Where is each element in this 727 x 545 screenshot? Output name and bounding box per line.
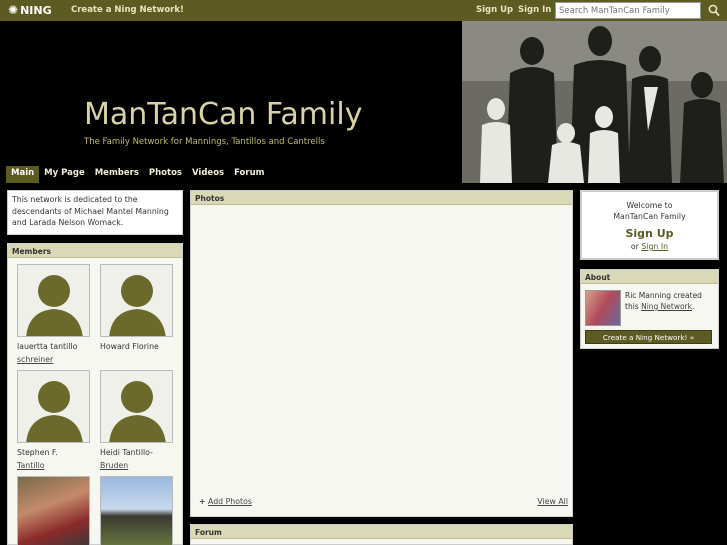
about-box: About Ric Manning created this Ning Netw… [580, 269, 719, 349]
member-name-line2[interactable]: Tantillo [17, 459, 91, 472]
nav-photos[interactable]: Photos [144, 166, 187, 183]
member-name-line2[interactable]: schreiner [17, 353, 91, 366]
nav-main[interactable]: Main [6, 166, 40, 183]
member-card[interactable] [17, 476, 91, 545]
ning-logo[interactable]: ✺ NING [8, 3, 52, 17]
members-heading[interactable]: Members [8, 244, 182, 258]
view-all-photos-link[interactable]: View All [537, 497, 568, 506]
member-photo[interactable] [100, 476, 173, 545]
site-title[interactable]: ManTanCan Family [84, 97, 362, 132]
search-button[interactable] [704, 2, 724, 19]
forum-heading[interactable]: Forum [191, 525, 572, 539]
search-input[interactable] [555, 2, 701, 19]
welcome-signin-link[interactable]: Sign In [641, 242, 668, 251]
add-photos-label[interactable]: Add Photos [208, 497, 252, 506]
header-family-photo [462, 21, 727, 183]
create-network-button[interactable]: Create a Ning Network! » [585, 330, 712, 344]
member-card[interactable]: Heidi Tantillo- Bruden [100, 370, 174, 472]
welcome-text: Welcome to ManTanCan Family [582, 200, 717, 222]
plus-icon: + [199, 497, 206, 506]
nav-forum[interactable]: Forum [229, 166, 269, 183]
member-name-line1[interactable]: lauertta tantillo [17, 340, 91, 353]
welcome-signup-button[interactable]: Sign Up [582, 227, 717, 240]
member-name-line1[interactable]: Heidi Tantillo- [100, 446, 174, 459]
welcome-line1: Welcome to [626, 201, 673, 210]
default-avatar-icon[interactable] [17, 370, 90, 443]
creator-avatar[interactable] [585, 290, 621, 326]
member-name-line1[interactable]: Stephen F. [17, 446, 91, 459]
photos-heading[interactable]: Photos [191, 191, 572, 205]
site-tagline: The Family Network for Mannings, Tantill… [84, 137, 325, 147]
creator-name-link[interactable]: Ric Manning [625, 291, 671, 300]
member-name-line1[interactable]: Howard Florine [100, 340, 174, 353]
member-name-line2[interactable]: Bruden [100, 459, 174, 472]
welcome-or-signin: or Sign In [582, 242, 717, 251]
ning-network-link[interactable]: Ning Network [641, 302, 692, 311]
add-photos-link[interactable]: + Add Photos [199, 497, 252, 506]
member-name[interactable]: Heidi Tantillo- Bruden [100, 446, 174, 472]
about-heading[interactable]: About [581, 270, 718, 284]
member-card[interactable] [100, 476, 174, 545]
create-network-link[interactable]: Create a Ning Network! [71, 5, 184, 15]
or-text: or [630, 242, 639, 251]
member-name[interactable]: Stephen F. Tantillo [17, 446, 91, 472]
photos-box: Photos + Add Photos View All [190, 190, 573, 517]
photos-footer: + Add Photos View All [191, 497, 572, 509]
member-card[interactable]: Howard Florine [100, 264, 174, 353]
default-avatar-icon[interactable] [100, 264, 173, 337]
intro-box: This network is dedicated to the descend… [7, 190, 183, 235]
welcome-line2: ManTanCan Family [613, 212, 686, 221]
top-bar: ✺ NING Create a Ning Network! Sign Up Si… [0, 0, 727, 21]
member-name[interactable]: lauertta tantillo schreiner [17, 340, 91, 366]
member-name[interactable]: Howard Florine [100, 340, 174, 353]
main-nav: Main My Page Members Photos Videos Forum [6, 166, 270, 183]
nav-videos[interactable]: Videos [187, 166, 229, 183]
site-header: ManTanCan Family The Family Network for … [0, 21, 727, 183]
member-photo[interactable] [17, 476, 90, 545]
member-card[interactable]: lauertta tantillo schreiner [17, 264, 91, 366]
signup-link[interactable]: Sign Up [476, 5, 513, 15]
ning-logo-text: NING [20, 3, 52, 17]
default-avatar-icon[interactable] [100, 370, 173, 443]
nav-members[interactable]: Members [90, 166, 144, 183]
about-period: . [692, 302, 695, 311]
search-icon [708, 4, 720, 17]
member-card[interactable]: Stephen F. Tantillo [17, 370, 91, 472]
nav-my-page[interactable]: My Page [39, 166, 90, 183]
about-text: Ric Manning created this Ning Network. [625, 290, 717, 312]
forum-box: Forum [190, 524, 573, 545]
ning-sun-icon: ✺ [8, 3, 19, 17]
members-box: Members lauertta tantillo schreiner Howa… [7, 243, 183, 545]
welcome-box: Welcome to ManTanCan Family Sign Up or S… [580, 190, 719, 260]
default-avatar-icon[interactable] [17, 264, 90, 337]
signin-link[interactable]: Sign In [518, 5, 551, 15]
